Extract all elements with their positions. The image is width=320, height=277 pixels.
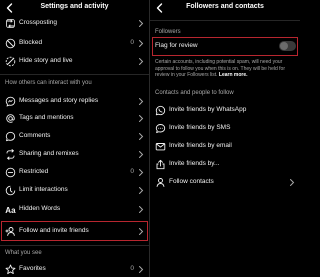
learn-more-link[interactable]: Learn more. <box>219 72 248 78</box>
messenger-icon <box>5 96 16 107</box>
invite-whatsapp-item[interactable]: Invite friends by WhatsApp <box>150 102 300 119</box>
settings-item-restricted[interactable]: Restricted 0 <box>0 164 149 181</box>
person-icon <box>155 177 166 188</box>
svg-text:Aa: Aa <box>5 206 16 215</box>
crosspost-icon <box>5 18 16 29</box>
follow-contacts-item[interactable]: Follow contacts <box>150 174 300 191</box>
share-remix-icon <box>5 149 16 160</box>
chevron-right-icon <box>137 265 145 274</box>
restricted-count: 0 <box>130 168 134 175</box>
invite-item-label: Invite friends by SMS <box>169 124 231 131</box>
settings-item-label: Tags and mentions <box>19 114 74 121</box>
settings-item-tags[interactable]: Tags and mentions <box>0 110 149 127</box>
invite-item-label: Invite friends by... <box>169 160 220 167</box>
chevron-right-icon <box>137 114 145 123</box>
settings-item-label: Sharing and remixes <box>19 150 79 157</box>
settings-item-limit-interactions[interactable]: Limit interactions <box>0 182 149 199</box>
email-icon <box>155 141 166 152</box>
header-divider <box>150 20 300 21</box>
settings-item-comments[interactable]: Comments <box>0 128 149 145</box>
settings-activity-panel: Settings and activity Crossposting Block… <box>0 0 149 277</box>
settings-item-hide-story[interactable]: Hide story and live <box>0 53 149 70</box>
page-title: Followers and contacts <box>186 3 264 10</box>
settings-item-label: Hidden Words <box>19 205 61 212</box>
star-icon <box>5 264 16 275</box>
chevron-right-icon <box>137 57 145 66</box>
flag-for-review-toggle[interactable] <box>279 41 296 51</box>
settings-item-label: Limit interactions <box>19 186 68 193</box>
at-sign-icon <box>5 113 16 124</box>
followers-contacts-panel: Followers and contacts Followers Flag fo… <box>150 0 300 277</box>
share-icon <box>155 159 166 170</box>
settings-item-blocked[interactable]: Blocked 0 <box>0 35 149 52</box>
section-divider <box>0 245 149 246</box>
chevron-right-icon <box>137 132 145 141</box>
settings-item-favorites[interactable]: Favorites 0 <box>0 261 149 277</box>
chevron-right-icon <box>137 186 145 195</box>
settings-item-crossposting[interactable]: Crossposting <box>0 15 149 32</box>
section-header-interact: How others can interact with you <box>5 80 92 86</box>
settings-item-label: Blocked <box>19 39 43 46</box>
settings-item-label: Comments <box>19 132 51 139</box>
comment-icon <box>5 131 16 142</box>
settings-header: Settings and activity <box>0 0 149 16</box>
settings-item-label: Hide story and live <box>19 57 73 64</box>
blocked-count: 0 <box>130 39 134 46</box>
settings-item-label: Crossposting <box>19 19 57 26</box>
settings-item-messages[interactable]: Messages and story replies <box>0 93 149 110</box>
whatsapp-icon <box>155 105 166 116</box>
invite-other-item[interactable]: Invite friends by... <box>150 156 300 173</box>
settings-item-sharing[interactable]: Sharing and remixes <box>0 146 149 163</box>
flag-description: Certain accounts, including potential sp… <box>155 59 297 79</box>
sms-icon <box>155 123 166 134</box>
settings-item-label: Restricted <box>19 168 49 175</box>
flag-for-review-label: Flag for review <box>155 42 198 49</box>
section-header-see: What you see <box>5 250 42 256</box>
invite-email-item[interactable]: Invite friends by email <box>150 138 300 155</box>
invite-sms-item[interactable]: Invite friends by SMS <box>150 120 300 137</box>
section-divider <box>0 74 149 75</box>
blocked-icon <box>5 38 16 49</box>
chevron-right-icon <box>137 227 145 236</box>
invite-item-label: Invite friends by WhatsApp <box>169 106 247 113</box>
limit-icon <box>5 185 16 196</box>
chevron-right-icon <box>137 205 145 214</box>
chevron-right-icon <box>137 150 145 159</box>
hide-story-icon <box>5 56 16 67</box>
toggle-knob <box>280 42 288 50</box>
invite-item-label: Follow contacts <box>169 178 214 185</box>
flag-for-review-row: Flag for review <box>150 38 300 55</box>
chevron-right-icon <box>137 39 145 48</box>
favorites-count: 0 <box>130 265 134 272</box>
chevron-right-icon <box>137 97 145 106</box>
chevron-right-icon <box>137 19 145 28</box>
chevron-right-icon <box>288 178 296 187</box>
chevron-right-icon <box>137 168 145 177</box>
settings-item-follow-invite[interactable]: Follow and invite friends <box>0 223 149 240</box>
section-header-contacts: Contacts and people to follow <box>155 90 234 96</box>
settings-item-label: Follow and invite friends <box>19 227 89 234</box>
add-person-icon <box>5 226 16 237</box>
page-title: Settings and activity <box>40 3 109 10</box>
settings-item-label: Favorites <box>19 265 46 272</box>
settings-item-hidden-words[interactable]: Aa Hidden Words <box>0 201 149 218</box>
hidden-words-icon: Aa <box>5 204 16 215</box>
settings-item-label: Messages and story replies <box>19 97 99 104</box>
section-header-followers: Followers <box>155 29 181 35</box>
invite-item-label: Invite friends by email <box>169 142 232 149</box>
restricted-icon <box>5 167 16 178</box>
followers-header: Followers and contacts <box>150 0 300 16</box>
